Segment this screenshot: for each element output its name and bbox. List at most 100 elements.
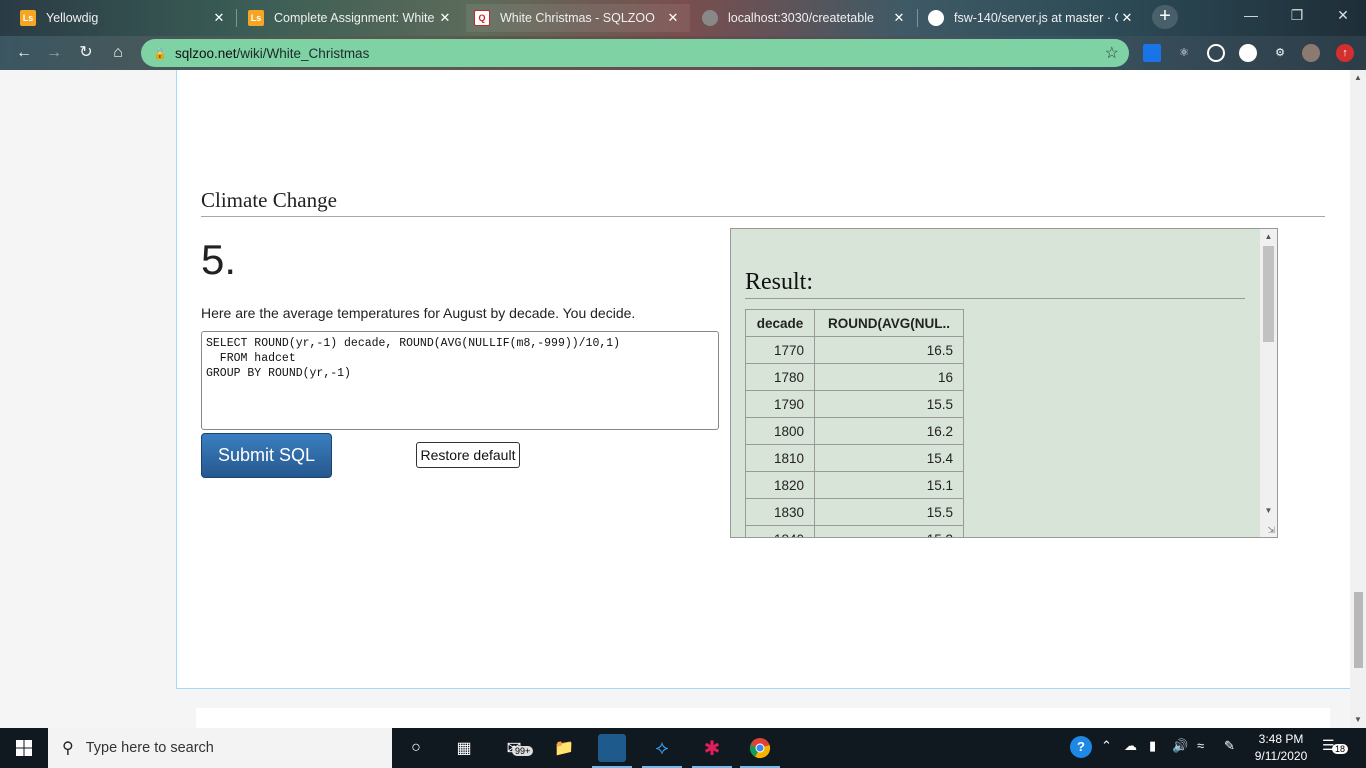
resize-handle-icon[interactable]: ⇲ — [1267, 525, 1275, 536]
lock-icon: 🔒 — [153, 47, 167, 60]
result-panel[interactable]: Result: decade ROUND(AVG(NUL.. 1770 16.5 … — [730, 228, 1278, 538]
table-row: 184015.2 — [745, 525, 964, 537]
browser-tab-strip: Ls Yellowdig ✕ Ls Complete Assignment: W… — [0, 0, 1366, 36]
wifi-icon[interactable]: ≈ — [1197, 738, 1204, 753]
avatar[interactable] — [1302, 44, 1320, 62]
close-icon[interactable]: ✕ — [210, 10, 228, 26]
submit-sql-button[interactable]: Submit SQL — [201, 433, 332, 478]
table-row: 1820 15.1 — [745, 471, 964, 499]
new-tab-button[interactable]: + — [1152, 5, 1178, 29]
page-scrollbar[interactable]: ▲ ▼ — [1350, 70, 1366, 728]
column-header: decade — [745, 309, 815, 337]
scroll-thumb[interactable] — [1263, 246, 1274, 342]
pen-workspace-icon[interactable]: ✎ — [1224, 738, 1235, 754]
windows-logo-icon — [16, 740, 32, 756]
forward-icon[interactable]: → — [42, 41, 66, 65]
scroll-down-icon[interactable]: ▼ — [1260, 506, 1277, 515]
scroll-thumb[interactable] — [1354, 592, 1363, 668]
close-icon[interactable]: ✕ — [1118, 10, 1136, 26]
ls-icon: Ls — [248, 10, 264, 26]
clock-time: 3:48 PM — [1258, 732, 1304, 746]
reload-icon[interactable]: ↻ — [74, 41, 98, 65]
address-bar[interactable]: 🔒 sqlzoo.net/wiki/White_Christmas ☆ — [141, 39, 1129, 67]
url-text: sqlzoo.net/wiki/White_Christmas — [175, 45, 370, 61]
result-heading: Result: — [745, 269, 1245, 299]
sql-editor[interactable]: SELECT ROUND(yr,-1) decade, ROUND(AVG(NU… — [201, 331, 719, 430]
chrome-logo-icon — [749, 738, 771, 759]
extension-icon[interactable] — [1143, 44, 1161, 62]
system-clock[interactable]: 3:48 PM 9/11/2020 — [1249, 731, 1313, 765]
close-icon[interactable]: ✕ — [664, 10, 682, 26]
react-devtools-icon[interactable]: ⚛ — [1175, 44, 1193, 62]
tab-github[interactable]: fsw-140/server.js at master · G ✕ — [920, 4, 1144, 32]
scroll-down-icon[interactable]: ▼ — [1350, 715, 1366, 724]
tab-separator — [917, 9, 918, 27]
tab-yellowdig[interactable]: Ls Yellowdig ✕ — [12, 4, 236, 32]
tab-separator — [236, 9, 237, 27]
windows-start-button[interactable] — [0, 728, 48, 768]
result-scrollbar[interactable]: ▲ ▼ — [1260, 229, 1277, 537]
section-heading: Climate Change — [201, 188, 1325, 217]
close-icon[interactable]: ✕ — [436, 10, 454, 26]
scroll-up-icon[interactable]: ▲ — [1350, 73, 1366, 82]
minimize-icon[interactable]: — — [1228, 0, 1274, 32]
sqlzoo-icon: Q — [474, 10, 490, 26]
restore-window-icon[interactable]: ❐ — [1274, 0, 1320, 32]
help-icon[interactable]: ? — [1070, 736, 1092, 758]
slack-icon[interactable]: ✱ — [692, 734, 732, 768]
chrome-icon[interactable] — [740, 734, 780, 768]
table-header-row: decade ROUND(AVG(NUL.. — [745, 309, 964, 337]
value-cell: 16 — [814, 363, 964, 391]
volume-icon[interactable]: 🔊 — [1172, 738, 1188, 754]
restore-default-button[interactable]: Restore default — [416, 442, 520, 468]
value-cell: 15.5 — [814, 498, 964, 526]
question-number: 5. — [201, 236, 237, 283]
close-window-icon[interactable]: ✕ — [1320, 0, 1366, 32]
result-table: decade ROUND(AVG(NUL.. 1770 16.5 1780 16 1… — [745, 309, 964, 537]
decade-cell: 1780 — [745, 363, 815, 391]
search-icon: ⚲ — [62, 740, 74, 757]
tab-title: Yellowdig — [46, 11, 99, 25]
close-icon[interactable]: ✕ — [890, 10, 908, 26]
column-header: ROUND(AVG(NUL.. — [814, 309, 964, 337]
task-view-icon[interactable]: ▦ — [450, 734, 478, 762]
show-hidden-icons-chevron-icon[interactable]: ⌃ — [1101, 738, 1112, 754]
back-icon[interactable]: ← — [12, 41, 36, 65]
battery-icon[interactable]: ▮ — [1149, 738, 1156, 754]
globe-icon — [702, 10, 718, 26]
tab-localhost[interactable]: localhost:3030/createtable ✕ — [694, 4, 916, 32]
decade-cell: 1800 — [745, 417, 815, 445]
onedrive-icon[interactable]: ☁ — [1124, 738, 1137, 754]
notification-center-icon[interactable]: ☰ 18 — [1322, 737, 1349, 759]
vscode-icon[interactable]: ⟡ — [642, 734, 682, 768]
bookmark-star-icon[interactable]: ☆ — [1105, 43, 1119, 63]
table-row: 1780 16 — [745, 363, 964, 391]
decade-cell: 1830 — [745, 498, 815, 526]
value-cell: 16.2 — [814, 417, 964, 445]
taskbar-search[interactable]: ⚲ Type here to search — [48, 728, 392, 768]
mail-badge: 99+ — [512, 746, 534, 756]
extension-icon[interactable] — [1239, 44, 1257, 62]
puzzle-extensions-icon[interactable]: ⚙ — [1271, 44, 1289, 62]
tab-complete-assignment[interactable]: Ls Complete Assignment: White ✕ — [240, 4, 462, 32]
taskbar: ⚲ Type here to search ○ ▦ ✉ 99+ 📁 ⟡ ✱ ? … — [0, 728, 1366, 768]
mail-icon[interactable]: ✉ 99+ — [500, 734, 534, 762]
decade-cell: 1790 — [745, 390, 815, 418]
home-icon[interactable]: ⌂ — [106, 41, 130, 65]
update-icon[interactable]: ↑ — [1336, 44, 1354, 62]
cortana-icon[interactable]: ○ — [402, 734, 430, 762]
table-row: 1770 16.5 — [745, 336, 964, 364]
file-explorer-icon[interactable]: 📁 — [550, 734, 578, 762]
decade-cell: 1770 — [745, 336, 815, 364]
scroll-up-icon[interactable]: ▲ — [1260, 232, 1277, 241]
notification-badge: 18 — [1332, 744, 1349, 754]
table-row: 1830 15.5 — [745, 498, 964, 526]
mysql-workbench-icon[interactable] — [592, 734, 632, 768]
target-extension-icon[interactable] — [1207, 44, 1225, 62]
ls-icon: Ls — [20, 10, 36, 26]
page-viewport: Climate Change 5. Here are the average t… — [0, 70, 1350, 728]
tab-white-christmas[interactable]: Q White Christmas - SQLZOO ✕ — [466, 4, 690, 32]
decade-cell: 1810 — [745, 444, 815, 472]
decade-cell: 1840 — [745, 525, 815, 537]
tab-title: White Christmas - SQLZOO — [500, 11, 655, 25]
